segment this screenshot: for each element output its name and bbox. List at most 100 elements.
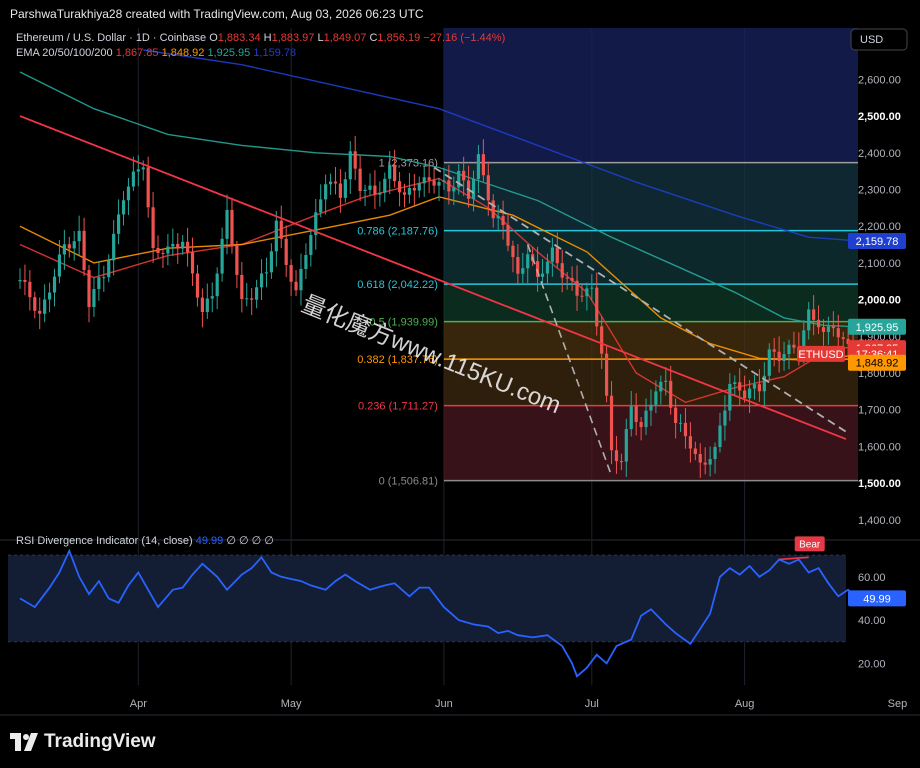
candle-body	[393, 164, 397, 182]
candle-body	[570, 278, 574, 281]
candle-body	[97, 277, 101, 290]
ema200-price-tag: 2,159.78	[856, 236, 899, 248]
candle-body	[821, 327, 826, 332]
candle-body	[782, 354, 786, 361]
candle-body	[289, 264, 293, 282]
candle-body	[328, 181, 333, 185]
candle-body	[437, 182, 441, 186]
candle-body	[590, 287, 594, 289]
candle-body	[225, 209, 229, 239]
candle-body	[447, 180, 451, 192]
candle-body	[432, 180, 436, 186]
candle-body	[220, 238, 224, 274]
candle-body	[195, 273, 200, 298]
fib-label: 0 (1,506.81)	[379, 476, 438, 488]
candle-body	[708, 459, 712, 465]
candle-body	[792, 344, 796, 348]
candle-body	[427, 177, 431, 181]
candle-body	[131, 171, 135, 187]
candle-body	[23, 280, 27, 282]
rsi-band	[8, 555, 846, 642]
candle-body	[595, 287, 599, 327]
candle-body	[659, 381, 663, 392]
candle-body	[38, 310, 42, 314]
fib-extension-zone	[443, 28, 858, 163]
candle-body	[575, 280, 579, 296]
candle-body	[698, 454, 702, 463]
candle-body	[831, 326, 835, 329]
fib-zone	[443, 321, 858, 360]
x-tick-label: Apr	[130, 698, 147, 710]
candle-body	[481, 154, 485, 176]
rsi-y-tick-label: 40.00	[858, 615, 886, 627]
candle-body	[816, 319, 821, 328]
candle-body	[713, 447, 717, 460]
x-tick-label: Aug	[735, 698, 755, 710]
ema100-price-tag: 1,925.95	[856, 322, 899, 334]
candle-body	[279, 220, 283, 239]
candle-body	[82, 230, 86, 271]
candle-body	[664, 380, 668, 382]
candle-body	[235, 245, 239, 275]
candle-body	[373, 185, 377, 195]
candle-body	[644, 410, 648, 428]
candle-body	[718, 425, 722, 448]
candle-body	[600, 326, 604, 354]
candle-body	[383, 178, 387, 193]
candle-body	[67, 244, 71, 249]
candle-body	[747, 388, 752, 399]
symbol-tag: ETHUSD	[798, 349, 843, 361]
candle-body	[674, 407, 678, 423]
candle-body	[540, 273, 545, 277]
y-tick-label: 2,000.00	[858, 295, 901, 307]
candle-body	[624, 429, 628, 462]
candle-body	[378, 192, 382, 195]
candle-body	[107, 260, 111, 278]
candle-body	[190, 252, 195, 274]
candle-body	[294, 281, 298, 291]
candle-body	[812, 309, 816, 320]
candle-body	[605, 353, 609, 396]
candle-body	[471, 179, 476, 199]
fib-zone	[443, 284, 858, 322]
candle-body	[274, 220, 278, 252]
candle-body	[560, 263, 564, 278]
y-tick-label: 2,400.00	[858, 148, 901, 160]
candle-body	[186, 241, 190, 253]
candle-body	[245, 298, 249, 300]
candle-body	[338, 183, 343, 198]
candle-body	[639, 421, 643, 428]
candle-body	[733, 382, 737, 384]
candle-body	[738, 382, 742, 391]
candle-body	[176, 243, 180, 249]
fib-label: 0.236 (1,711.27)	[358, 401, 438, 413]
candle-body	[767, 349, 771, 376]
candle-body	[126, 186, 131, 201]
ema-legend: EMA 20/50/100/200 1,867.85 1,848.92 1,92…	[16, 47, 296, 59]
candle-body	[506, 225, 510, 246]
candle-body	[210, 296, 214, 299]
candle-body	[565, 277, 569, 279]
candle-body	[397, 181, 402, 193]
candle-body	[57, 254, 62, 277]
header-credit: ParshwaTurakhiya28 created with TradingV…	[10, 7, 424, 21]
candle-body	[723, 410, 727, 426]
candle-body	[609, 395, 614, 451]
candle-body	[693, 448, 697, 455]
bear-label: Bear	[799, 539, 821, 550]
candle-body	[787, 344, 791, 355]
candle-body	[669, 380, 673, 408]
candle-body	[501, 216, 505, 226]
candle-body	[407, 187, 412, 195]
candle-body	[629, 406, 633, 430]
candle-body	[250, 298, 254, 300]
tradingview-brand: TradingView	[44, 731, 156, 752]
candle-body	[368, 185, 372, 190]
fib-label: 0.618 (2,042.22)	[357, 279, 438, 291]
candle-body	[264, 272, 269, 274]
candle-body	[614, 450, 619, 462]
candle-body	[363, 189, 367, 192]
candle-body	[442, 180, 446, 183]
rsi-legend: RSI Divergence Indicator (14, close) 49.…	[16, 535, 274, 547]
candle-body	[141, 167, 145, 170]
